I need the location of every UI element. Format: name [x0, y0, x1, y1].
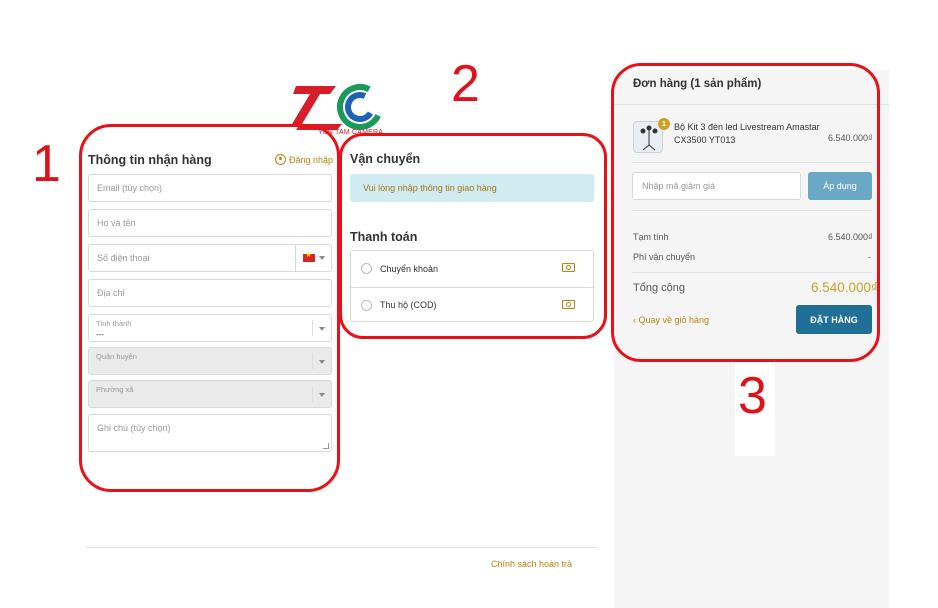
return-policy-link[interactable]: Chính sách hoàn trả: [491, 559, 572, 569]
footer-divider: [86, 547, 598, 548]
annotation-number-3: 3: [738, 367, 767, 425]
annotation-circle-3: [611, 63, 880, 362]
checkout-page: YEN TAM CAMERA 1 2 3 Thông tin nhận hàng…: [0, 0, 938, 608]
annotation-circle-2: [339, 133, 607, 339]
annotation-number-2: 2: [451, 55, 480, 113]
annotation-circle-1: [79, 124, 340, 492]
annotation-number-1: 1: [32, 135, 61, 193]
